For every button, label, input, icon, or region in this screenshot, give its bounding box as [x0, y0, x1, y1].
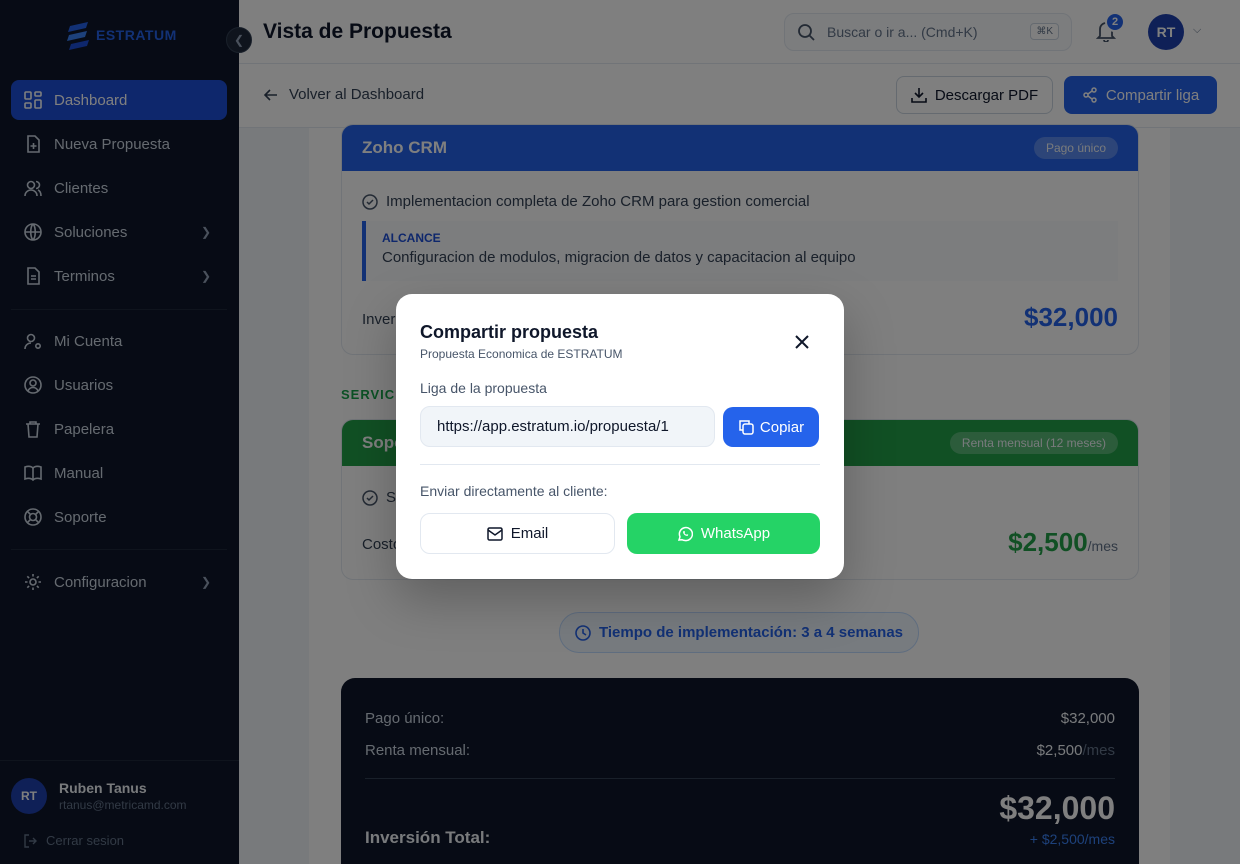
share-proposal-modal: Compartir propuesta Propuesta Economica … [396, 294, 844, 579]
link-label: Liga de la propuesta [420, 380, 547, 396]
mail-icon [486, 526, 503, 541]
close-icon[interactable] [792, 332, 812, 352]
send-email-button[interactable]: Email [420, 513, 615, 554]
copy-icon [739, 420, 754, 435]
whatsapp-icon [677, 526, 693, 541]
whatsapp-label: WhatsApp [700, 525, 771, 542]
proposal-link-field[interactable] [420, 406, 715, 447]
email-label: Email [510, 525, 549, 542]
copy-link-button[interactable]: Copiar [723, 407, 819, 447]
modal-divider [420, 464, 820, 465]
modal-subtitle: Propuesta Economica de ESTRATUM [420, 347, 623, 361]
copy-label: Copiar [759, 418, 805, 436]
send-whatsapp-button[interactable]: WhatsApp [627, 513, 820, 554]
modal-title: Compartir propuesta [420, 322, 599, 342]
send-label: Enviar directamente al cliente: [420, 483, 608, 499]
